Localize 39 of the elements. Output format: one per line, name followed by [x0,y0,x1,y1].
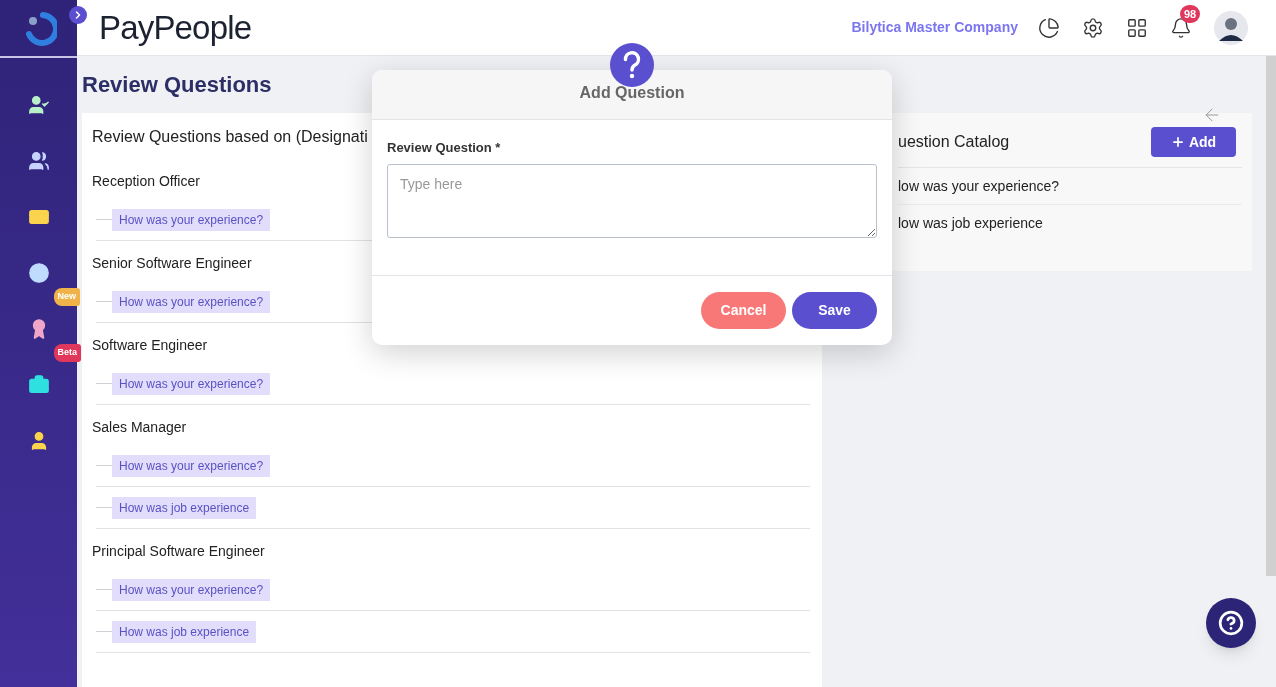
field-label: Review Question * [387,139,502,157]
notification-count: 98 [1180,4,1201,23]
add-button[interactable]: Add [1151,127,1236,157]
company-name[interactable]: Bilytica Master Company [851,17,1018,38]
question-tag: How was your experience? [112,454,271,477]
users-icon[interactable] [27,150,50,172]
settings-icon[interactable] [1082,16,1104,39]
briefcase-icon[interactable] [27,374,50,396]
designation-name: Software Engineer [92,337,208,353]
question-input[interactable]: Type here [387,163,877,238]
grid-icon[interactable] [1126,16,1148,39]
help-icon [1218,610,1244,636]
page-title: Review Questions [82,71,272,99]
question-tag: How was your experience? [112,208,271,231]
card-title: Review Questions based on (Designati [92,127,368,147]
notification-icon[interactable] [1170,16,1192,39]
designation-name: Reception Officer [92,173,200,189]
plus-icon [1170,135,1185,149]
designation-name: Principal Software Engineer [92,543,265,559]
designation-name: Senior Software Engineer [92,255,252,271]
chart-icon[interactable] [1038,16,1060,39]
question-tag: How was your experience? [112,290,271,313]
sidebar-badge: New [53,288,80,306]
question-tag: How was your experience? [112,372,271,395]
dialog-title: Add Question [579,83,685,103]
catalog-item[interactable]: low was job experience [898,205,1242,242]
sidebar-badge: Beta [53,344,81,362]
designation-name: Sales Manager [92,419,187,435]
user-check-icon[interactable] [27,94,50,116]
expand-button[interactable] [69,6,87,24]
question-tag: How was job experience [112,620,257,643]
question-tag: How was job experience [112,496,257,519]
help-button[interactable] [1206,598,1256,648]
save-button[interactable]: Save [792,291,877,329]
catalog-title: uestion Catalog [898,132,1010,152]
catalog-item[interactable]: low was your experience? [898,168,1242,205]
avatar[interactable] [1214,10,1248,45]
question-tag: How was your experience? [112,578,271,601]
app-logo[interactable]: PayPeople [99,2,252,53]
